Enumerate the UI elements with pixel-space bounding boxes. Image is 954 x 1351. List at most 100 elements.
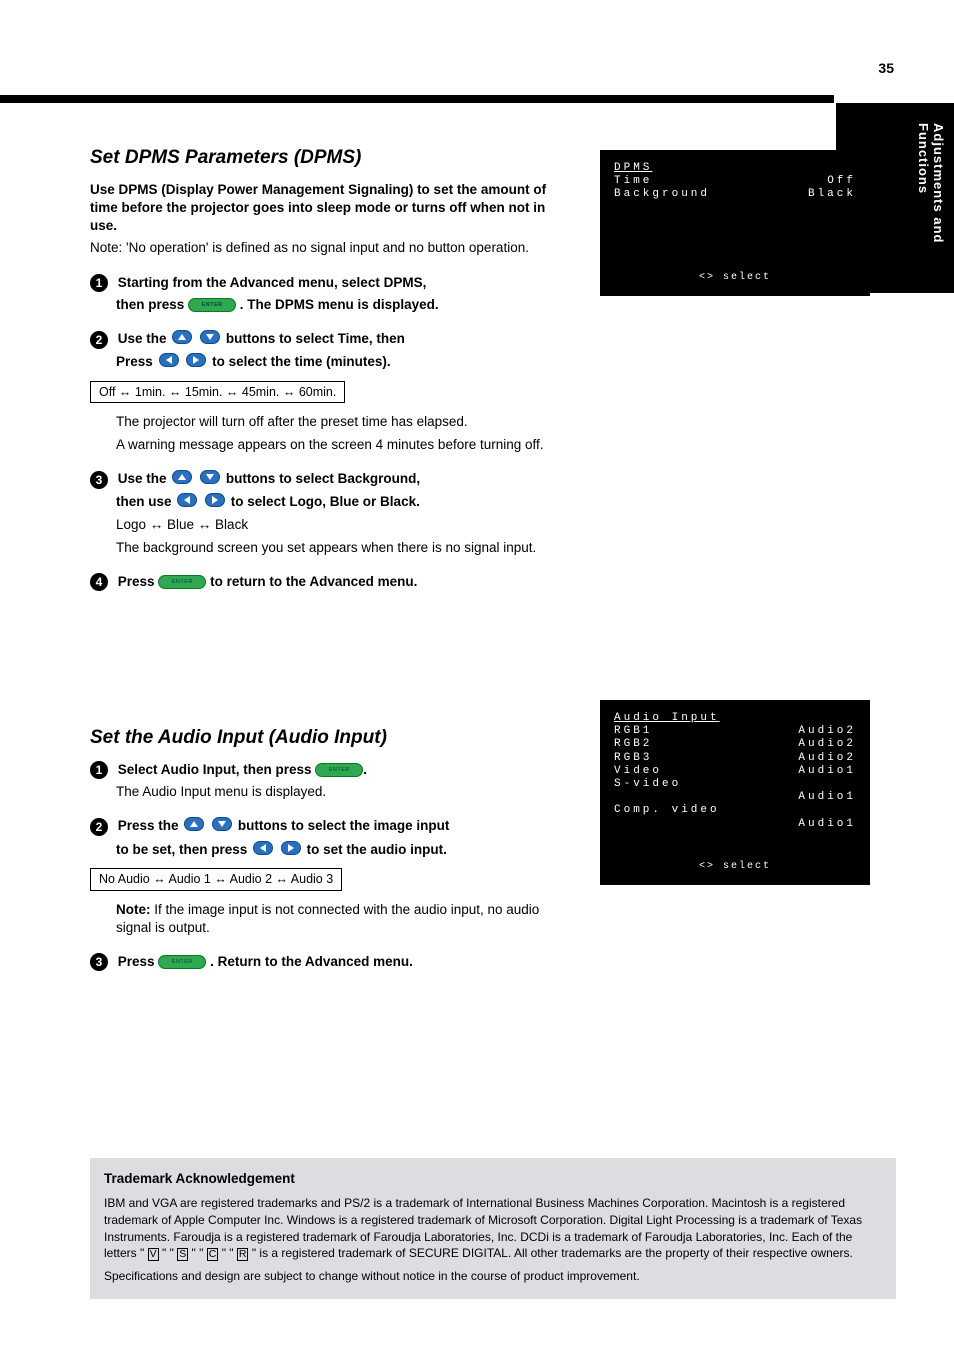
dpms-step2a: Use the (118, 331, 171, 346)
side-tab-label: Adjustments and Functions (916, 123, 946, 293)
trademark-body: IBM and VGA are registered trademarks an… (104, 1195, 882, 1262)
dpms-step2c-row: Press to select the time (minutes). (116, 353, 560, 372)
right-icon (281, 841, 301, 855)
osd-dpms: DPMS TimeOff BackgroundBlack <> select (600, 150, 870, 296)
audio-step2d: to set the audio input. (307, 842, 447, 857)
tm-mid: " " (162, 1246, 174, 1260)
left-icon (253, 841, 273, 855)
left-icon (159, 353, 179, 367)
osd-dpms-title-text: DPMS (614, 162, 652, 175)
dpms-step3b: buttons to select Background, (226, 471, 420, 486)
audio-step1b: The Audio Input menu is displayed. (116, 783, 560, 801)
audio-step3a: Press (118, 954, 159, 969)
enter-icon (158, 575, 206, 589)
step-3-badge: 3 (90, 471, 108, 489)
dpms-step2b: buttons to select Time, then (226, 331, 405, 346)
osd-audio-wrap: Audio Input RGB1Audio2 RGB2 Audio2 RGB3 Au… (600, 700, 890, 885)
audio-note-body: If the image input is not connected with… (116, 902, 539, 935)
trademark-title: Trademark Acknowledgement (104, 1170, 882, 1189)
dpms-bg-cycle: Logo ↔ Blue ↔ Black (116, 516, 560, 534)
dpms-step2-row: 2 Use the buttons to select Time, then (90, 330, 560, 349)
osd-row-label: Video (614, 765, 662, 778)
osd-audio-row: RGB1Audio2 (614, 725, 856, 738)
dpms-bg-foot: The background screen you set appears wh… (116, 539, 560, 557)
audio-heading: Set the Audio Input (Audio Input) (90, 725, 560, 751)
step-4-badge: 4 (90, 573, 108, 591)
dpms-time-foot-a: The projector will turn off after the pr… (116, 413, 560, 431)
osd-row-value: Black (808, 188, 856, 201)
dpms-step3-row: 3 Use the buttons to select Background, (90, 470, 560, 489)
boxed-c-icon: C (207, 1248, 219, 1261)
osd-dpms-wrap: DPMS TimeOff BackgroundBlack <> select (600, 150, 890, 296)
updown-buttons (170, 330, 222, 349)
audio-step2c-row: to be set, then press to set the audio i… (116, 841, 560, 860)
dpms-step3a: Use the (118, 471, 171, 486)
trademark-block: Trademark Acknowledgement IBM and VGA ar… (90, 1158, 896, 1299)
osd-row-label: Time (614, 175, 652, 188)
tm-line1-post: " is a registered trademark of SECURE DI… (252, 1246, 853, 1260)
osd-row-value: Audio1 (798, 765, 856, 778)
osd-row-label: S-video (614, 778, 681, 791)
osd-row-label: Comp. video (614, 804, 720, 817)
boxed-v-icon: V (148, 1248, 159, 1261)
dpms-intro: Use DPMS (Display Power Management Signa… (90, 181, 560, 236)
dpms-note: Note: 'No operation' is defined as no si… (90, 239, 560, 257)
audio-step2a: Press the (118, 818, 183, 833)
osd-dpms-title: DPMS (614, 162, 856, 175)
audio-step3-row: 3 Press . Return to the Advanced menu. (90, 953, 560, 971)
audio-step2-row: 2 Press the buttons to select the image … (90, 817, 560, 836)
dpms-heading: Set DPMS Parameters (DPMS) (90, 145, 560, 171)
dpms-time-cycle: Off ↔ 1min. ↔ 15min. ↔ 45min. ↔ 60min. (90, 381, 345, 404)
osd-row-label: RGB3 (614, 752, 652, 765)
osd-audio-row: Audio1 (614, 818, 856, 831)
updown-buttons-2 (170, 470, 222, 489)
osd-row-value: Audio1 (798, 818, 856, 831)
boxed-r-icon: R (237, 1248, 249, 1261)
left-icon (177, 493, 197, 507)
dpms-step1-text: Starting from the Advanced menu, select … (118, 275, 427, 290)
osd-audio-row: RGB3 Audio2 (614, 752, 856, 765)
audio-step1-row: 1 Select Audio Input, then press . (90, 761, 560, 779)
osd-row-value: Audio1 (798, 791, 856, 804)
dpms-time-foot-b: A warning message appears on the screen … (116, 436, 560, 454)
osd-row-value: Audio2 (798, 752, 856, 765)
audio-step1a: Select Audio Input, then press (118, 762, 316, 777)
audio-cycle-wrap: No Audio ↔ Audio 1 ↔ Audio 2 ↔ Audio 3 (90, 864, 560, 891)
step-3-badge: 3 (90, 953, 108, 971)
up-icon (172, 330, 192, 344)
osd-row-value: Audio2 (798, 738, 856, 751)
osd-audio-title: Audio Input (614, 712, 856, 725)
step-2-badge: 2 (90, 818, 108, 836)
audio-note-title: Note: (116, 902, 151, 917)
dpms-step1-after: . The DPMS menu is displayed. (240, 297, 439, 312)
dpms-step2c: Press (116, 355, 157, 370)
dpms-step2d: to select the time (minutes). (212, 355, 391, 370)
dpms-step4-row: 4 Press to return to the Advanced menu. (90, 573, 560, 591)
dpms-step1-then: then press . The DPMS menu is displayed. (116, 296, 560, 314)
top-black-band (0, 95, 834, 103)
tm-mid: " " (192, 1246, 204, 1260)
osd-audio-row: Comp. video (614, 804, 856, 817)
step-1-badge: 1 (90, 274, 108, 292)
audio-note: Note: If the image input is not connecte… (116, 901, 560, 937)
up-icon (184, 817, 204, 831)
enter-icon (158, 955, 206, 969)
step-1-badge: 1 (90, 761, 108, 779)
tm-mid: " " (222, 1246, 234, 1260)
osd-dpms-row-bg: BackgroundBlack (614, 188, 856, 201)
boxed-s-icon: S (177, 1248, 188, 1261)
trademark-line2: Specifications and design are subject to… (104, 1268, 882, 1285)
osd-row-label: RGB2 (614, 738, 652, 751)
page-number: 35 (878, 60, 894, 76)
down-icon (200, 470, 220, 484)
osd-row-value: Off (827, 175, 856, 188)
dpms-step1-row: 1 Starting from the Advanced menu, selec… (90, 274, 560, 292)
dpms-step3c-row: then use to select Logo, Blue or Black. (116, 493, 560, 512)
step-2-badge: 2 (90, 331, 108, 349)
enter-icon (315, 763, 363, 777)
osd-audio-title-text: Audio Input (614, 712, 720, 725)
section-dpms: Set DPMS Parameters (DPMS) Use DPMS (Dis… (90, 145, 560, 595)
osd-row-value: Audio2 (798, 725, 856, 738)
leftright-buttons-2 (175, 493, 227, 512)
right-icon (205, 493, 225, 507)
